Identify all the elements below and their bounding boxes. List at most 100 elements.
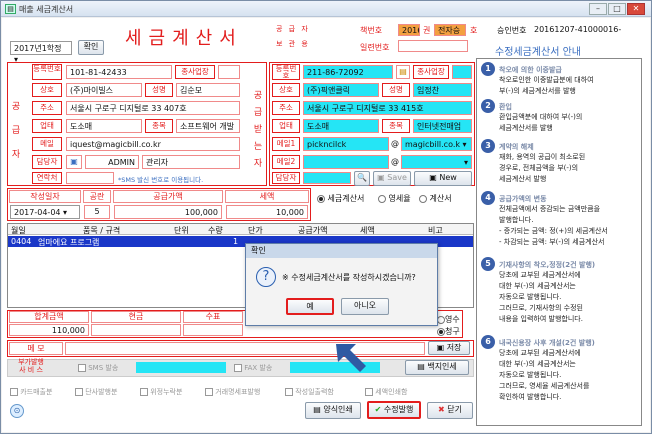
supplier-email-field[interactable]: iquest@magicbill.co.kr: [66, 137, 240, 151]
buyer-email2-id-field[interactable]: [303, 155, 389, 169]
buyer-email1-domain-select[interactable]: magicbill.co.k ▾: [401, 137, 472, 151]
electronic-flag[interactable]: 전자승: [434, 24, 466, 36]
person-lookup-icon[interactable]: ▣: [66, 155, 82, 169]
sms-note: *SMS 발신 번호로 이용됩니다.: [118, 176, 204, 184]
title-bar: ▤ 매출 세금계산서 – □ ✕: [1, 1, 651, 17]
cash-field[interactable]: [91, 324, 181, 336]
serial-input[interactable]: [398, 40, 468, 52]
date-picker[interactable]: 2017-04-04 ▾: [10, 205, 80, 219]
info-title: 수정세금계산서 안내: [495, 47, 581, 58]
fax-checkbox[interactable]: FAX 발송: [234, 363, 272, 373]
subtitle-supplier: 공 급 자: [276, 25, 310, 33]
buyer-company-field[interactable]: (주)픽앤클릭: [303, 83, 379, 97]
invoice-kind-radio[interactable]: 세금계산서: [317, 193, 364, 204]
tax-print-checkbox[interactable]: 세액인쇄함: [365, 387, 407, 397]
supplier-branch-field[interactable]: [218, 65, 240, 79]
minimize-button[interactable]: –: [589, 3, 607, 15]
direct-issue-checkbox[interactable]: 단사발행분: [75, 387, 117, 397]
memo-save-button[interactable]: ▣ 저장: [428, 341, 470, 355]
step-5-icon: 5: [481, 257, 495, 271]
tax-total-field[interactable]: 10,000: [226, 205, 308, 219]
approval-number: 20161207-41000016-: [534, 25, 622, 34]
buyer-biz-field[interactable]: 도소매: [303, 119, 379, 133]
buyer-reg-field[interactable]: 211-86-72092: [303, 65, 393, 79]
book-value[interactable]: 2016: [398, 24, 420, 36]
guide-4-heading: 공급가액의 변동: [499, 195, 547, 203]
claim-radio[interactable]: 청구: [437, 326, 460, 337]
guide-5-heading: 기재사항의 착오,정정(2건 발행): [499, 261, 596, 269]
sms-number-field[interactable]: [136, 362, 226, 373]
supplier-contact-field[interactable]: [66, 172, 114, 184]
buyer-email2-domain-select[interactable]: ▾: [401, 155, 472, 169]
close-window-button[interactable]: ✕: [627, 3, 645, 15]
buyer-lookup-icon[interactable]: ▤: [396, 65, 410, 79]
guide-panel: 1 착오에 의한 이중발급 착오로인한 이중발급분에 대하여 부(-)의 세금계산…: [476, 58, 642, 426]
supplier-person-name-field[interactable]: 관리자: [142, 155, 240, 169]
guide-3-body: 재화, 용역의 공급이 최소로된 경우로, 전체금액을 부(-)의 세금계산서 발행: [499, 153, 586, 183]
blank-field[interactable]: 5: [84, 205, 110, 219]
sms-checkbox[interactable]: SMS 발송: [78, 363, 118, 373]
check-field[interactable]: [183, 324, 243, 336]
tax-label: 세액: [225, 190, 309, 203]
form-print-button[interactable]: ▤ 양식인쇄: [305, 402, 361, 419]
card-sales-checkbox[interactable]: 카드매출분: [10, 387, 52, 397]
guide-2-body: 환입금액분에 대하여 부(-)의 세금계산서를 발행: [499, 113, 583, 132]
supplier-branch-label: 종사업장: [175, 65, 215, 79]
buyer-branch-field[interactable]: [452, 65, 472, 79]
supplier-biz-field[interactable]: 도소매: [66, 119, 142, 133]
year-select[interactable]: 2017년1학정 ▾: [10, 41, 72, 64]
supplier-side-label: 공급자: [11, 102, 21, 160]
supplier-biz-label: 업태: [32, 119, 62, 133]
buyer-save-button[interactable]: ▣ Save: [373, 171, 411, 186]
total-amount-field[interactable]: 110,000: [9, 324, 89, 336]
buyer-person-field[interactable]: [303, 172, 351, 184]
buyer-email1-id-field[interactable]: pickncilck: [303, 137, 389, 151]
close-icon: ✖: [438, 405, 445, 414]
confirm-year-button[interactable]: 확인: [78, 40, 104, 55]
buyer-search-icon[interactable]: 🔍: [354, 171, 370, 186]
blank-print-button[interactable]: ▤ 백지인세: [405, 360, 469, 375]
buyer-item-field[interactable]: 인터넷전매업: [413, 119, 472, 133]
buyer-name-field[interactable]: 임정찬: [413, 83, 472, 97]
dialog-title: 확인: [246, 244, 437, 258]
page-title: 세금계산서: [125, 28, 243, 49]
supply-total-field[interactable]: 100,000: [114, 205, 222, 219]
confirm-dialog: 확인 ? ※ 수정세금계산서를 작성하시겠습니까? 예 아니오: [245, 243, 438, 326]
supplier-item-field[interactable]: 소프트웨어 개발: [176, 119, 240, 133]
supplier-person-label: 담당자: [32, 155, 62, 169]
guide-2-heading: 환입: [499, 103, 512, 111]
col-item: 품목 / 규격: [83, 226, 121, 235]
supplier-name-field[interactable]: 김순모: [176, 83, 240, 97]
zero-rate-radio[interactable]: 영세율: [378, 193, 411, 204]
bill-radio[interactable]: 계산서: [419, 193, 452, 204]
dialog-yes-button[interactable]: 예: [286, 298, 334, 315]
approval-label: 승인번호: [497, 26, 527, 35]
supplier-person-id-field[interactable]: ADMIN: [85, 155, 139, 169]
omitted-checkbox[interactable]: 위정누락분: [140, 387, 182, 397]
supplier-email-label: 메일: [32, 137, 62, 151]
date-print-checkbox[interactable]: 작성일출력함: [285, 387, 334, 397]
maximize-button[interactable]: □: [608, 3, 626, 15]
dialog-no-button[interactable]: 아니오: [341, 298, 389, 315]
help-icon[interactable]: ⊙: [10, 404, 24, 418]
buyer-item-label: 종목: [382, 119, 410, 133]
buyer-reg-label: 등록번호: [272, 64, 300, 80]
buyer-addr-field[interactable]: 서울시 구로구 디지털로 33 415호: [303, 101, 472, 115]
close-button[interactable]: ✖ 닫기: [427, 402, 473, 419]
memo-label: 메 모: [9, 342, 63, 355]
blank-label: 공란: [83, 190, 111, 203]
supplier-company-field[interactable]: (주)마이빌스: [66, 83, 142, 97]
modify-issue-button[interactable]: ✔ 수정발행: [367, 401, 421, 419]
supplier-addr-field[interactable]: 서울시 구로구 디지털로 33 407호: [66, 101, 240, 115]
window-title: 매출 세금계산서: [19, 5, 74, 14]
total-amount-label: 합계금액: [9, 311, 89, 323]
memo-input[interactable]: [65, 342, 425, 355]
row-price: 1: [233, 237, 239, 246]
supplier-reg-field[interactable]: 101-81-42433: [66, 65, 172, 79]
app-icon: ▤: [5, 4, 16, 14]
statement-checkbox[interactable]: 거래명세표발행: [205, 387, 260, 397]
buyer-new-button[interactable]: ▣ New: [414, 171, 472, 186]
col-note: 비고: [428, 226, 443, 235]
step-4-icon: 4: [481, 191, 495, 205]
receipt-radio[interactable]: 영수: [437, 314, 460, 325]
